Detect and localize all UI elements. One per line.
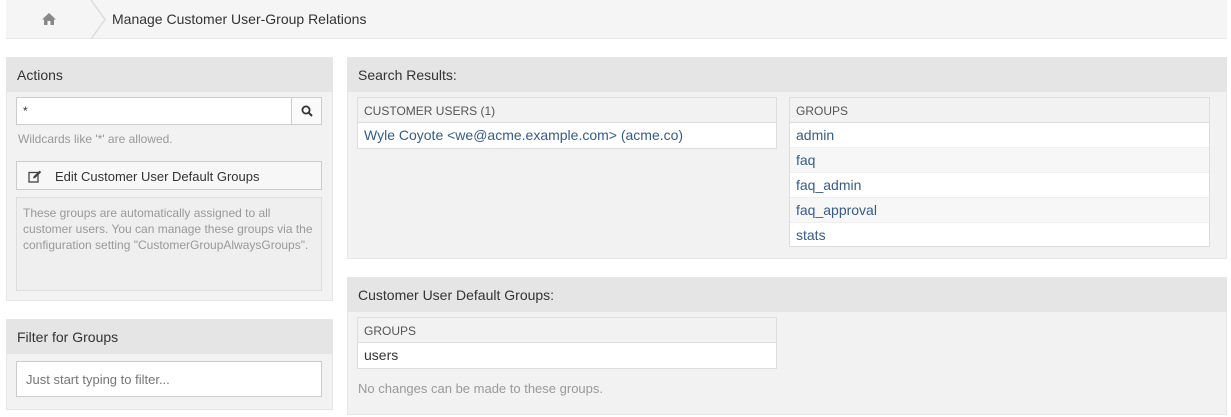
group-link-admin[interactable]: admin [790,123,1209,148]
customer-user-link[interactable]: Wyle Coyote <we@acme.example.com> (acme.… [358,123,776,148]
default-group-item: users [364,347,399,363]
group-link-faq[interactable]: faq [790,148,1209,173]
groups-table: GROUPS admin faq faq_admin faq_approval … [789,97,1210,247]
default-groups-header: Customer User Default Groups: [348,278,1226,312]
default-groups-column-header: GROUPS [358,318,776,343]
customer-users-table: CUSTOMER USERS (1) Wyle Coyote <we@acme.… [357,97,777,149]
search-row [16,97,322,125]
search-input[interactable] [16,97,292,125]
group-link-faq-approval[interactable]: faq_approval [790,198,1209,223]
groups-column-header: GROUPS [790,98,1209,123]
breadcrumb-home[interactable] [6,0,92,39]
filter-widget: Filter for Groups [6,319,333,410]
search-button[interactable] [291,97,322,125]
actions-header: Actions [7,58,332,92]
search-results-header: Search Results: [348,58,1226,92]
filter-input[interactable] [16,361,322,397]
default-groups-widget: Customer User Default Groups: GROUPS use… [347,277,1227,415]
default-groups-readonly-note: No changes can be made to these groups. [358,381,603,396]
home-icon [42,13,56,25]
page-title: Manage Customer User-Group Relations [112,11,367,27]
edit-icon [28,170,42,183]
search-icon [301,105,313,117]
edit-default-groups-button[interactable]: Edit Customer User Default Groups [16,161,322,190]
filter-header: Filter for Groups [7,320,332,354]
search-results-widget: Search Results: CUSTOMER USERS (1) Wyle … [347,57,1227,259]
group-link-faq-admin[interactable]: faq_admin [790,173,1209,198]
customer-users-column-header: CUSTOMER USERS (1) [358,98,776,123]
breadcrumb-separator [90,0,106,39]
search-hint: Wildcards like '*' are allowed. [18,132,173,146]
default-groups-table: GROUPS users [357,317,777,369]
edit-default-groups-label: Edit Customer User Default Groups [55,169,260,184]
default-groups-note: These groups are automatically assigned … [16,197,322,291]
breadcrumb: Manage Customer User-Group Relations [6,0,1227,39]
group-link-stats[interactable]: stats [790,223,1209,248]
actions-widget: Actions Wildcards like '*' are allowed. … [6,57,333,301]
